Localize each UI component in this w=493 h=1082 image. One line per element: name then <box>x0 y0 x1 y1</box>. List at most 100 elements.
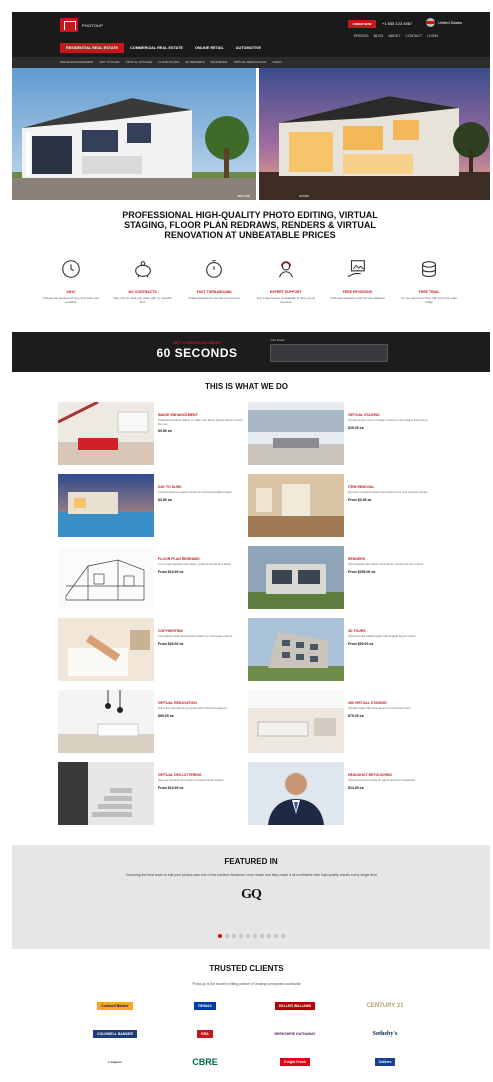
main-nav: RESIDENTIAL REAL ESTATE COMMERCIAL REAL … <box>60 43 267 53</box>
language-selector[interactable]: United States <box>426 18 462 27</box>
client-logo-text: BERKSHIRE HATHAWAY <box>274 1032 316 1036</box>
service-card[interactable]: IMAGE ENHANCEMENT Professional photo edi… <box>58 402 248 466</box>
service-thumbnail <box>58 762 154 825</box>
logo[interactable]: PHOTOUP <box>60 18 103 32</box>
client-logo-text: Colliers <box>374 1058 396 1066</box>
subnav-item[interactable]: PANORAMA <box>211 57 228 68</box>
flag-icon <box>426 18 435 27</box>
service-price: $79.00 ea <box>348 713 364 718</box>
feature-title: NO CONTRACTS <box>128 290 157 294</box>
service-price: $3.99 ea <box>158 497 172 502</box>
featured-in-section: FEATURED IN Choosing the best team to ed… <box>12 845 490 949</box>
clients-title: TRUSTED CLIENTS <box>209 964 284 973</box>
util-link-pricing[interactable]: PRICING <box>354 34 369 38</box>
service-card[interactable]: VIRTUAL DECLUTTERING Remove furniture an… <box>58 762 248 826</box>
carousel-dot[interactable] <box>280 934 285 938</box>
subnav-item[interactable]: 3D RENDERS <box>185 57 204 68</box>
feature-item: FREE REVISIONS Unlimited revisions until… <box>326 258 388 304</box>
service-name: IMAGE ENHANCEMENT <box>158 413 198 417</box>
service-price: $29.00 ea <box>348 425 364 430</box>
util-link-blog[interactable]: BLOG <box>374 34 384 38</box>
email-label: Your Email <box>270 338 285 342</box>
carousel-dot[interactable] <box>259 934 264 938</box>
service-thumbnail <box>58 402 154 465</box>
util-link-contact[interactable]: CONTACT <box>405 34 422 38</box>
service-name: ITEM REMOVAL <box>348 485 375 489</box>
email-field[interactable] <box>270 344 388 362</box>
carousel-dot[interactable] <box>238 934 243 938</box>
carousel-dot[interactable] <box>224 934 229 938</box>
feature-text: Our support team is available to help yo… <box>256 296 315 304</box>
feature-title: 24H/7 <box>66 290 76 294</box>
util-link-about[interactable]: ABOUT <box>388 34 400 38</box>
language-label: United States <box>438 20 463 25</box>
image-hand-icon <box>348 260 366 277</box>
feature-list: 24H/7 Choose the turnaround time that su… <box>40 258 460 304</box>
sub-nav: IMAGE ENHANCEMENT DAY TO DUSK VIRTUAL ST… <box>12 57 490 68</box>
carousel-dot[interactable] <box>231 934 236 938</box>
feature-title: EXPERT SUPPORT <box>269 290 302 294</box>
service-price: From $19.99 ea <box>158 785 184 790</box>
carousel-dot[interactable] <box>266 934 271 938</box>
piggy-bank-icon <box>134 261 151 278</box>
service-thumbnail <box>248 546 344 609</box>
nav-residential[interactable]: RESIDENTIAL REAL ESTATE <box>60 43 125 53</box>
service-thumbnail <box>248 762 344 825</box>
service-thumbnail <box>248 474 344 537</box>
order-now-button[interactable]: ORDER NOW <box>348 20 376 28</box>
nav-commercial[interactable]: COMMERCIAL REAL ESTATE <box>124 43 189 53</box>
feature-item: 24H/7 Choose the turnaround time that su… <box>40 258 102 304</box>
carousel-dot[interactable] <box>273 934 278 938</box>
service-card[interactable]: DAY TO DUSK Convert daytime exterior sho… <box>58 474 248 538</box>
feature-title: FREE REVISIONS <box>342 290 373 294</box>
subnav-item[interactable]: IMAGE ENHANCEMENT <box>60 57 94 68</box>
client-logo: COLDWELL BANKER <box>70 1024 160 1044</box>
nav-automotive[interactable]: AUTOMOTIVE <box>230 43 267 53</box>
service-card[interactable]: COPYWRITING Compelling listing descripti… <box>58 618 248 682</box>
feature-text: Choose the turnaround time that suits yo… <box>42 296 100 304</box>
service-thumbnail <box>248 618 344 681</box>
carousel-dots <box>12 934 490 938</box>
client-logo: BERKSHIRE HATHAWAY <box>250 1024 340 1044</box>
service-card[interactable]: HEADSHOT RETOUCHING Professional retouch… <box>248 762 438 826</box>
service-card[interactable]: 360 VIRTUAL STAGING Virtually stage 360 … <box>248 690 438 754</box>
service-card[interactable]: VIRTUAL STAGING Furnish empty rooms virt… <box>248 402 438 466</box>
carousel-dot[interactable] <box>245 934 250 938</box>
subnav-item[interactable]: VIRTUAL RENOVATION <box>234 57 267 68</box>
hero-comparison: BEFORE AFTER <box>12 68 490 200</box>
utility-links: PRICING BLOG ABOUT CONTACT LOGIN <box>354 34 438 38</box>
service-card[interactable]: RENDERS Photorealistic 3D exterior and i… <box>248 546 438 610</box>
client-logo-text: KELLER WILLIAMS <box>274 1002 316 1010</box>
client-logo-text: COLDWELL BANKER <box>93 1030 137 1038</box>
service-price: From $19.99 ea <box>158 569 184 574</box>
service-card[interactable]: VIRTUAL RENOVATION Show the potential of… <box>58 690 248 754</box>
signup-banner: GET STARTED IN UNDER 60 SECONDS Your Ema… <box>12 332 490 372</box>
service-card[interactable]: FLOOR PLAN REDRAWS Turn rough sketches i… <box>58 546 248 610</box>
service-thumbnail <box>58 546 154 609</box>
feature-text: Unlimited revisions until you are satisf… <box>330 296 385 300</box>
subnav-item[interactable]: DAY TO DUSK <box>100 57 120 68</box>
featured-quote: Choosing the best team to edit your phot… <box>125 873 379 877</box>
feature-text: Pay only for what you order with no mont… <box>113 296 172 304</box>
carousel-dot[interactable] <box>217 934 222 938</box>
service-name: VIRTUAL RENOVATION <box>158 701 197 705</box>
client-logo-text: Sotheby's <box>372 1031 398 1037</box>
service-card[interactable]: ITEM REMOVAL Remove unwanted objects and… <box>248 474 438 538</box>
carousel-dot[interactable] <box>252 934 257 938</box>
service-card[interactable]: 3D TOURS Interactive 3D walkthroughs tha… <box>248 618 438 682</box>
subnav-item[interactable]: FLOOR PLANS <box>158 57 179 68</box>
service-price: $0.89 ea <box>158 429 172 434</box>
client-logo: CENTURY 21 <box>340 996 430 1016</box>
coin-stack-icon <box>422 261 436 277</box>
util-link-login[interactable]: LOGIN <box>427 34 438 38</box>
nav-online-retail[interactable]: ONLINE RETAIL <box>189 43 230 53</box>
logo-mark-icon <box>60 18 78 32</box>
subnav-item[interactable]: VIDEO <box>272 57 281 68</box>
feature-text: Try our service for free with your first… <box>400 296 458 304</box>
service-desc: Remove furniture and clutter to present … <box>158 778 225 782</box>
gq-logo: GQ <box>241 887 262 902</box>
service-price: From $3.99 ea <box>348 497 372 502</box>
client-logo: ERA <box>160 1024 250 1044</box>
subnav-item[interactable]: VIRTUAL STAGING <box>126 57 153 68</box>
phone-number[interactable]: +1 555 123 4567 <box>382 21 412 26</box>
